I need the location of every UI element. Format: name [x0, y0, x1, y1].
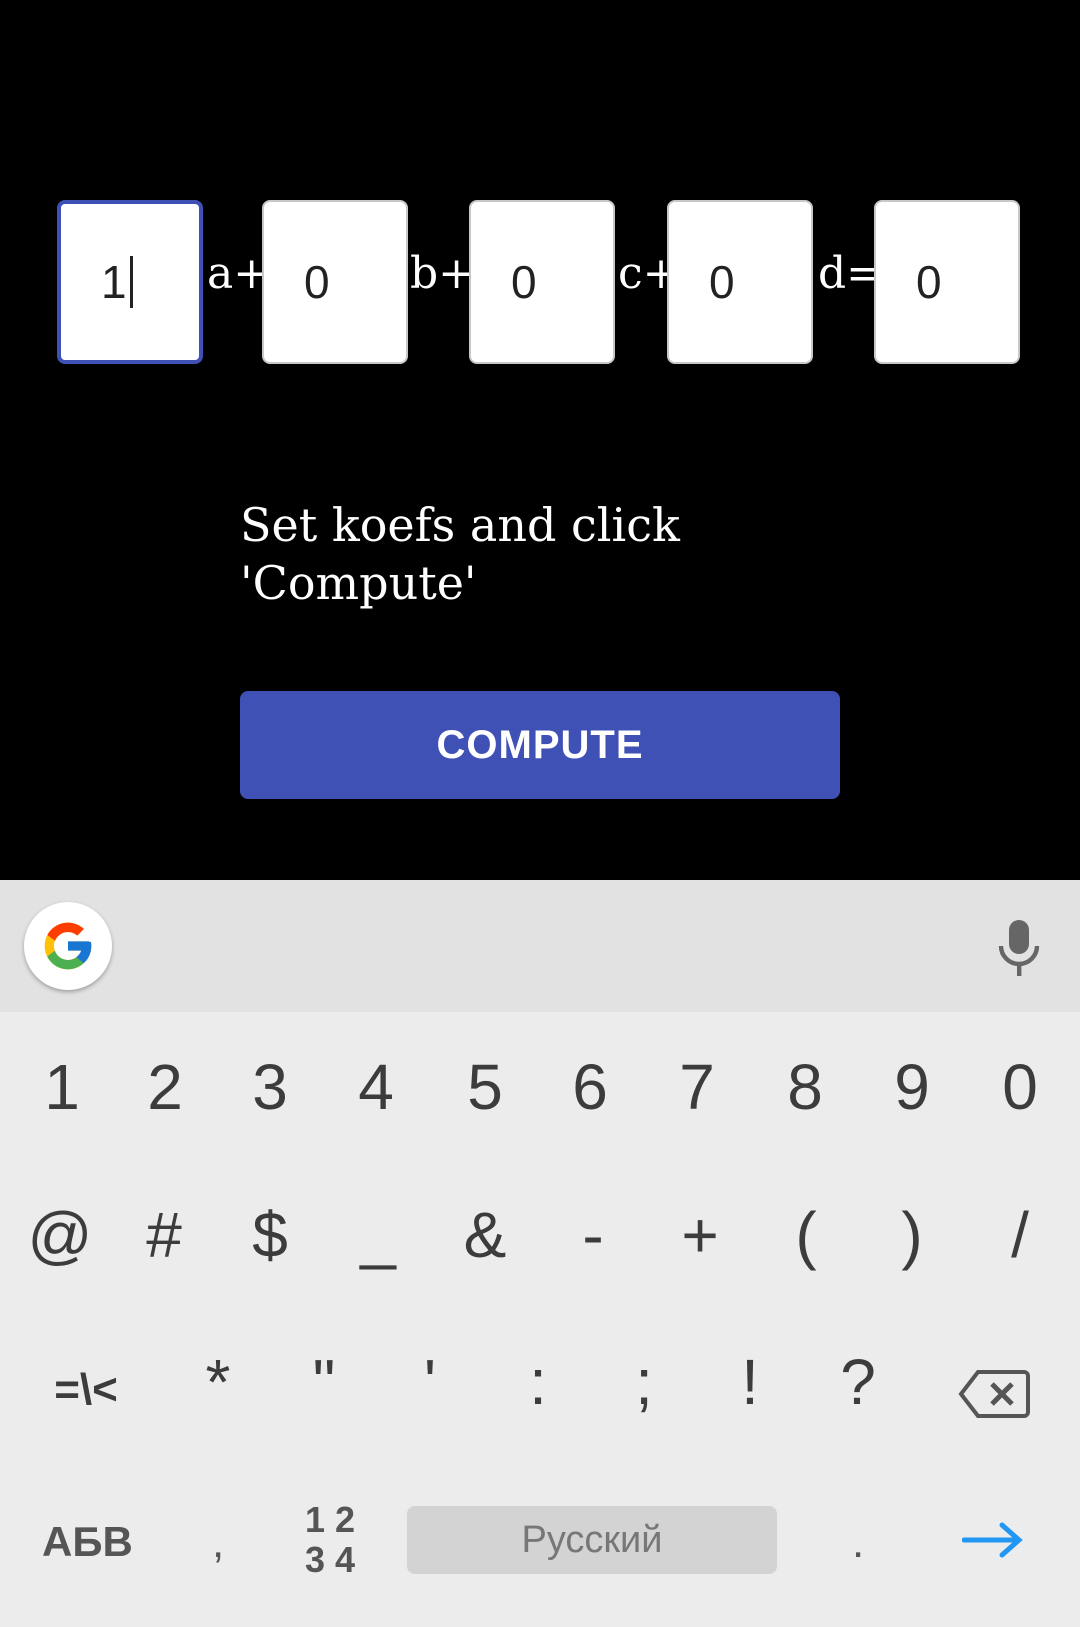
key-ampersand[interactable]: &	[433, 1198, 537, 1272]
key-colon[interactable]: :	[486, 1345, 590, 1419]
key-comma[interactable]: ,	[212, 1518, 224, 1568]
compute-button[interactable]: COMPUTE	[240, 691, 840, 799]
hint-text: Set koefs and click 'Compute'	[240, 498, 680, 610]
app-screen: 1 a+ 0 b+ 0 c+ 0 d= 0 Set koefs and clic…	[0, 0, 1080, 880]
key-close-paren[interactable]: )	[860, 1198, 964, 1272]
key-open-paren[interactable]: (	[754, 1198, 858, 1272]
backspace-icon[interactable]	[958, 1368, 1030, 1420]
key-0[interactable]: 0	[968, 1050, 1072, 1124]
numpad-bottom-label: 3 4	[304, 1539, 356, 1580]
key-numpad-switch[interactable]: 1 2 3 4	[298, 1500, 362, 1580]
key-7[interactable]: 7	[645, 1050, 749, 1124]
key-4[interactable]: 4	[324, 1050, 428, 1124]
key-single-quote[interactable]: '	[378, 1345, 482, 1419]
key-question[interactable]: ?	[806, 1345, 910, 1419]
coef-d-value: 0	[709, 256, 735, 308]
key-asterisk[interactable]: *	[166, 1345, 270, 1419]
key-5[interactable]: 5	[433, 1050, 537, 1124]
key-8[interactable]: 8	[753, 1050, 857, 1124]
coef-c-input[interactable]: 0	[469, 200, 615, 364]
coef-b-value: 0	[304, 256, 330, 308]
operator-b: b+	[410, 248, 476, 299]
key-more-symbols[interactable]: =\<	[34, 1365, 138, 1415]
coef-a-input[interactable]: 1	[57, 200, 203, 364]
google-search-button[interactable]	[24, 902, 112, 990]
result-input[interactable]: 0	[874, 200, 1020, 364]
operator-a: a+	[207, 248, 271, 299]
result-value: 0	[916, 256, 942, 308]
numpad-top-label: 1 2	[304, 1499, 356, 1540]
key-semicolon[interactable]: ;	[592, 1345, 696, 1419]
coef-b-input[interactable]: 0	[262, 200, 408, 364]
key-2[interactable]: 2	[113, 1050, 217, 1124]
key-9[interactable]: 9	[860, 1050, 964, 1124]
key-1[interactable]: 1	[10, 1050, 114, 1124]
coef-d-input[interactable]: 0	[667, 200, 813, 364]
key-6[interactable]: 6	[538, 1050, 642, 1124]
key-double-quote[interactable]: "	[272, 1345, 376, 1419]
text-caret	[129, 256, 133, 308]
key-alphabet-switch[interactable]: АБВ	[42, 1518, 133, 1566]
key-dollar[interactable]: $	[218, 1198, 322, 1272]
space-bar[interactable]: Русский	[407, 1506, 777, 1574]
coef-c-value: 0	[511, 256, 537, 308]
key-at[interactable]: @	[8, 1198, 112, 1272]
google-g-icon	[44, 922, 92, 970]
arrow-right-icon[interactable]	[962, 1520, 1024, 1560]
key-plus[interactable]: +	[648, 1198, 752, 1272]
key-exclamation[interactable]: !	[698, 1345, 802, 1419]
key-hash[interactable]: #	[112, 1198, 216, 1272]
key-period[interactable]: .	[852, 1518, 864, 1568]
key-slash[interactable]: /	[968, 1198, 1072, 1272]
key-3[interactable]: 3	[218, 1050, 322, 1124]
keyboard-suggestion-bar	[0, 880, 1080, 1012]
key-underscore[interactable]: _	[326, 1198, 430, 1272]
microphone-icon[interactable]	[994, 918, 1044, 978]
coef-a-value: 1	[101, 256, 127, 308]
key-minus[interactable]: -	[541, 1198, 645, 1272]
